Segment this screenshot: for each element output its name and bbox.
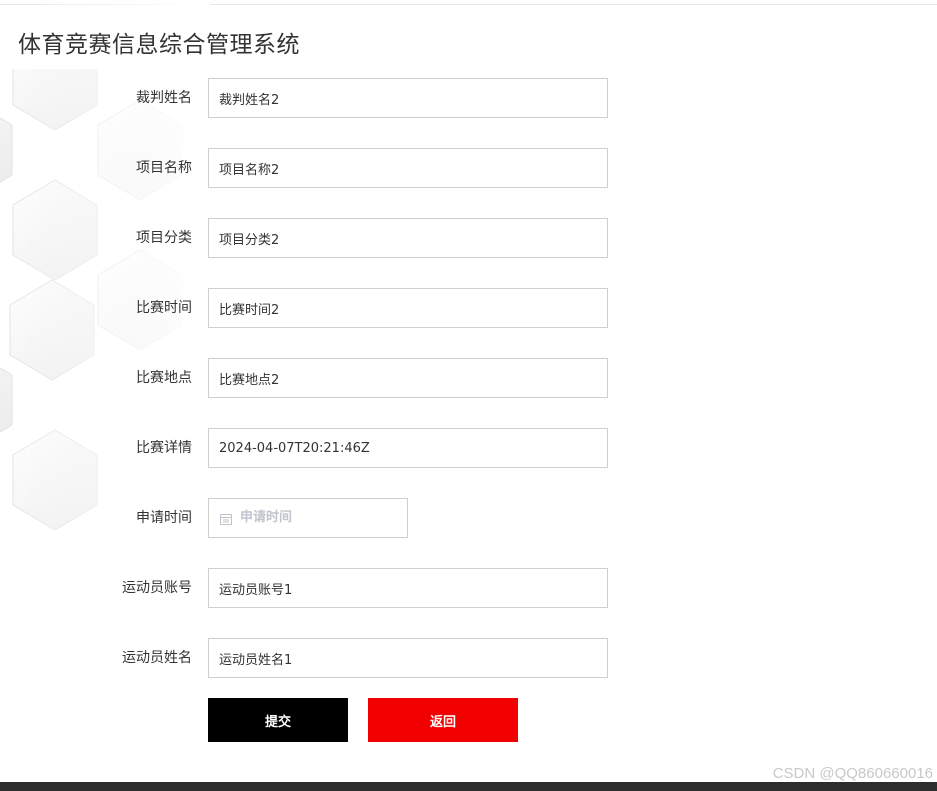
form-row-event-category: 项目分类: [0, 218, 700, 258]
event-category-input[interactable]: [208, 218, 608, 258]
apply-time-placeholder: 申请时间: [240, 510, 293, 525]
event-name-input[interactable]: [208, 148, 608, 188]
watermark: CSDN @QQ860660016: [772, 765, 933, 782]
apply-time-date-picker[interactable]: 申请时间: [208, 498, 408, 538]
athlete-account-input[interactable]: [208, 568, 608, 608]
submit-button[interactable]: 提交: [208, 698, 348, 742]
athlete-account-label: 运动员账号: [122, 580, 192, 596]
match-time-label: 比赛时间: [136, 300, 192, 316]
back-button[interactable]: 返回: [368, 698, 518, 742]
form-row-athlete-name: 运动员姓名: [0, 638, 700, 678]
form-row-match-location: 比赛地点: [0, 358, 700, 398]
athlete-name-label: 运动员姓名: [122, 650, 192, 666]
form-row-athlete-account: 运动员账号: [0, 568, 700, 608]
footer-bar: [0, 782, 937, 791]
calendar-icon: [220, 514, 232, 525]
referee-name-label: 裁判姓名: [136, 90, 192, 106]
match-details-label: 比赛详情: [136, 440, 192, 456]
page: 体育竞赛信息综合管理系统 裁判姓名 项目名称 项目分类 比赛时间 比赛地点 比赛…: [0, 0, 937, 791]
match-location-input[interactable]: [208, 358, 608, 398]
event-name-label: 项目名称: [136, 160, 192, 176]
form-row-event-name: 项目名称: [0, 148, 700, 188]
event-category-label: 项目分类: [136, 230, 192, 246]
match-time-input[interactable]: [208, 288, 608, 328]
header: 体育竞赛信息综合管理系统: [0, 5, 937, 69]
match-location-label: 比赛地点: [136, 370, 192, 386]
athlete-name-input[interactable]: [208, 638, 608, 678]
match-details-input[interactable]: [208, 428, 608, 468]
referee-name-input[interactable]: [208, 78, 608, 118]
form-row-match-details: 比赛详情: [0, 428, 700, 468]
form-row-match-time: 比赛时间: [0, 288, 700, 328]
form-row-referee-name: 裁判姓名: [0, 78, 700, 118]
apply-time-label: 申请时间: [136, 510, 192, 526]
form-row-apply-time: 申请时间 申请时间: [0, 498, 700, 538]
page-title: 体育竞赛信息综合管理系统: [18, 32, 300, 58]
